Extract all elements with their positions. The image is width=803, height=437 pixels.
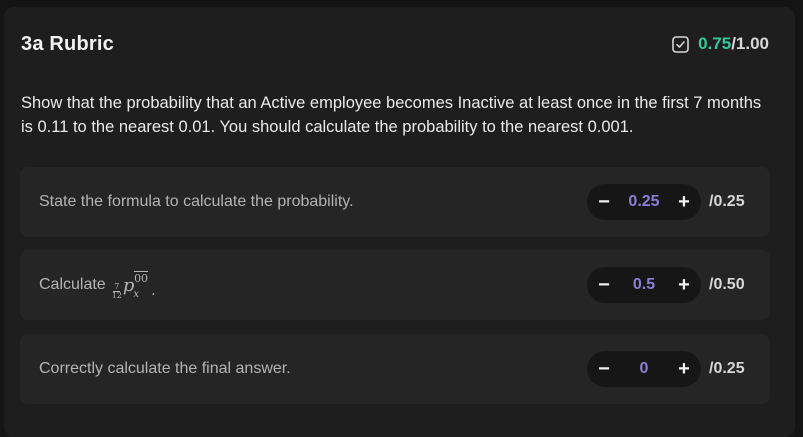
criterion-card: Correctly calculate the final answer. − … <box>20 334 770 404</box>
increment-button[interactable]: + <box>667 267 701 303</box>
rubric-header: 3a Rubric 0.75 /1.00 <box>21 31 769 57</box>
increment-button[interactable]: + <box>667 351 701 387</box>
stepper-value[interactable]: 0.5 <box>621 276 667 294</box>
decrement-button[interactable]: − <box>587 184 621 220</box>
criterion-max: /0.25 <box>709 360 745 377</box>
math-expression: 7 12 p x 00 . <box>111 270 156 300</box>
checkbox-check-icon <box>672 35 689 53</box>
math-superscript: 00 <box>134 270 149 285</box>
increment-button[interactable]: + <box>667 184 701 220</box>
rubric-panel: 3a Rubric 0.75 /1.00 Show that the proba… <box>4 7 795 437</box>
rubric-score: 0.75 /1.00 <box>672 34 769 54</box>
criterion-max: /0.50 <box>709 276 745 293</box>
decrement-button[interactable]: − <box>587 351 621 387</box>
math-trailing-dot: . <box>151 282 156 299</box>
score-stepper: − 0.5 + <box>587 267 701 303</box>
rubric-title: 3a Rubric <box>21 32 114 55</box>
stepper-value[interactable]: 0.25 <box>621 193 667 211</box>
decrement-button[interactable]: − <box>587 267 621 303</box>
question-text: Show that the probability that an Active… <box>21 94 762 136</box>
math-subscript: x <box>133 288 140 300</box>
score-total: /1.00 <box>731 34 769 53</box>
criterion-card: Calculate 7 12 p x 00 . − 0.5 + /0.50 <box>20 250 770 320</box>
criterion-label: State the formula to calculate the proba… <box>39 193 354 210</box>
score-earned: 0.75 <box>698 34 732 53</box>
criterion-label: Calculate <box>39 276 106 293</box>
criterion-label: Correctly calculate the final answer. <box>39 360 291 377</box>
criterion-max: /0.25 <box>709 193 745 210</box>
score-stepper: − 0 + <box>587 351 701 387</box>
criterion-label-group: Calculate 7 12 p x 00 . <box>39 250 156 320</box>
score-stepper: − 0.25 + <box>587 184 701 220</box>
math-fraction: 7 12 <box>111 282 122 300</box>
criterion-card: State the formula to calculate the proba… <box>20 167 770 237</box>
frac-denominator: 12 <box>111 290 122 300</box>
stepper-value[interactable]: 0 <box>621 360 667 378</box>
